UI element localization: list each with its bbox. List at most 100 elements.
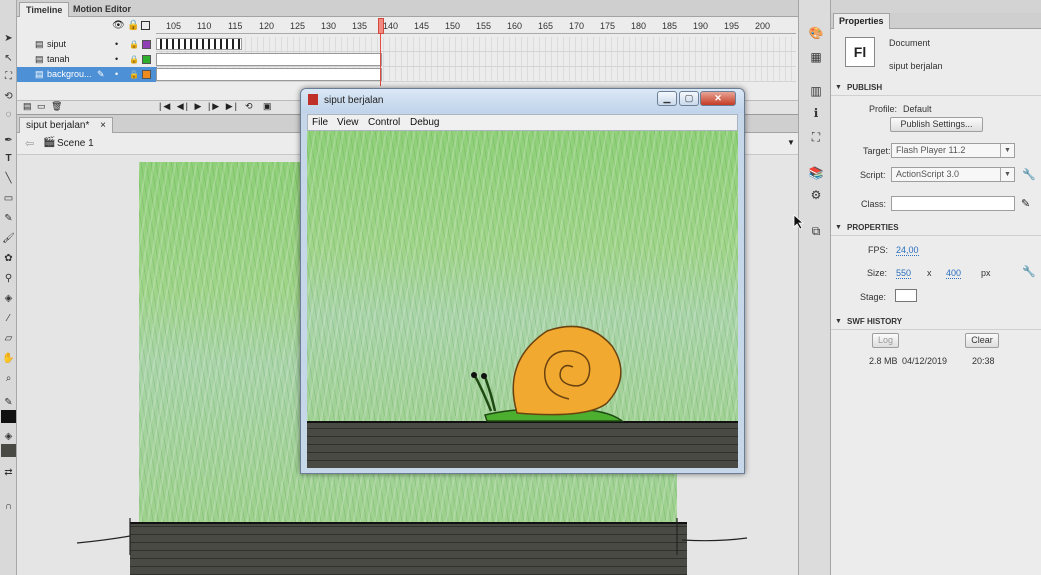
minimize-button[interactable]: ▁ <box>657 91 677 106</box>
lock-all-icon[interactable]: 🔒 <box>127 20 139 31</box>
maximize-button[interactable]: ▢ <box>679 91 699 106</box>
swap-colors-icon[interactable]: ⇄ <box>2 466 15 479</box>
frame-number: 145 <box>414 21 430 31</box>
layer-row-tanah[interactable]: ▤ tanah • 🔒 <box>17 52 157 67</box>
transform-panel-icon[interactable]: ⛶ <box>808 130 824 144</box>
eraser-tool-icon[interactable]: ▱ <box>2 332 15 345</box>
script-select[interactable]: ActionScript 3.0 <box>891 167 1015 182</box>
visible-dot-icon[interactable]: • <box>115 37 118 52</box>
snap-magnet-icon[interactable]: ∩ <box>2 500 15 513</box>
document-name: siput berjalan <box>889 61 943 71</box>
3d-rotation-tool-icon[interactable]: ⟲ <box>2 90 15 103</box>
properties-section-header[interactable]: PROPERTIES <box>831 220 1041 236</box>
menu-view[interactable]: View <box>337 117 359 128</box>
subselection-tool-icon[interactable]: ↖ <box>2 52 15 65</box>
scene-label[interactable]: Scene 1 <box>57 138 94 149</box>
fps-value[interactable]: 24,00 <box>896 245 919 256</box>
size-unit: px <box>981 268 991 278</box>
outline-all-icon[interactable] <box>141 21 150 30</box>
frames-tanah[interactable] <box>156 52 796 67</box>
stroke-color-swatch[interactable] <box>1 410 16 423</box>
rectangle-tool-icon[interactable]: ▭ <box>2 192 15 205</box>
close-button[interactable]: ✕ <box>700 91 736 106</box>
eyedropper-icon[interactable]: ⁄ <box>2 312 15 325</box>
line-tool-icon[interactable]: ╲ <box>2 172 15 185</box>
close-tab-icon[interactable]: × <box>100 120 106 131</box>
flash-player-window[interactable]: siput berjalan ▁ ▢ ✕ File View Control D… <box>300 88 745 474</box>
document-tab[interactable]: siput berjalan* × <box>19 117 113 133</box>
edit-class-pencil-icon[interactable]: ✎ <box>1021 197 1030 210</box>
pen-tool-icon[interactable]: ✒ <box>2 134 15 147</box>
target-select[interactable]: Flash Player 11.2 <box>891 143 1015 158</box>
fill-color-icon[interactable]: ◈ <box>2 430 15 443</box>
frame-span[interactable] <box>156 68 382 81</box>
zoom-tool-icon[interactable]: ⌕ <box>2 372 15 385</box>
layer-color-swatch[interactable] <box>142 70 151 79</box>
tab-properties[interactable]: Properties <box>833 13 890 29</box>
visible-dot-icon[interactable]: • <box>115 67 118 82</box>
brush-tool-icon[interactable]: 🖌 <box>2 232 15 245</box>
show-hide-all-icon[interactable]: 👁 <box>112 20 125 31</box>
script-settings-wrench-icon[interactable]: 🔧 <box>1022 168 1036 181</box>
size-settings-wrench-icon[interactable]: 🔧 <box>1022 265 1036 278</box>
text-tool-icon[interactable]: T <box>2 152 15 165</box>
tab-motion-editor[interactable]: Motion Editor <box>67 2 137 17</box>
frame-span[interactable] <box>156 53 382 66</box>
align-panel-icon[interactable]: ▥ <box>808 84 824 98</box>
clear-button[interactable]: Clear <box>965 333 999 348</box>
lock-icon[interactable]: 🔒 <box>129 67 139 82</box>
layer-row-background[interactable]: ▤ backgrou... ✎ • 🔒 <box>17 67 157 82</box>
motion-presets-icon[interactable]: ⚙ <box>808 188 824 202</box>
player-titlebar[interactable]: siput berjalan ▁ ▢ ✕ <box>301 89 744 113</box>
zoom-dropdown-icon[interactable]: ▼ <box>787 138 795 147</box>
log-button[interactable]: Log <box>872 333 899 348</box>
info-panel-icon[interactable]: ℹ <box>808 106 824 120</box>
layer-color-swatch[interactable] <box>142 40 151 49</box>
back-arrow-icon[interactable]: ⇦ <box>25 137 34 150</box>
visible-dot-icon[interactable]: • <box>115 52 118 67</box>
tools-panel: ➤ ↖ ⛶ ⟲ ◌ ✒ T ╲ ▭ ✎ 🖌 ✿ ⚲ ◈ ⁄ ▱ ✋ ⌕ ✎ ◈ … <box>0 0 17 575</box>
pencil-tool-icon[interactable]: ✎ <box>2 212 15 225</box>
fill-color-swatch[interactable] <box>1 444 16 457</box>
lock-icon[interactable]: 🔒 <box>129 37 139 52</box>
playback-controls[interactable]: |◀ ◀| ▶ |▶ ▶| <box>159 101 239 112</box>
publish-section-header[interactable]: PUBLISH <box>831 80 1041 96</box>
frames-background[interactable] <box>156 67 796 82</box>
deco-tool-icon[interactable]: ✿ <box>2 252 15 265</box>
onion-skin-icon[interactable]: ▣ <box>263 101 272 112</box>
lasso-tool-icon[interactable]: ◌ <box>2 108 15 121</box>
player-content[interactable] <box>307 131 738 468</box>
color-panel-icon[interactable]: 🎨 <box>808 26 824 40</box>
stage-color-swatch[interactable] <box>895 289 917 302</box>
height-value[interactable]: 400 <box>946 268 962 279</box>
layer-color-swatch[interactable] <box>142 55 151 64</box>
publish-settings-button[interactable]: Publish Settings... <box>890 117 983 132</box>
paint-bucket-icon[interactable]: ◈ <box>2 292 15 305</box>
class-input[interactable] <box>891 196 1015 211</box>
selection-tool-icon[interactable]: ➤ <box>2 32 15 45</box>
components-panel-icon[interactable]: ⧉ <box>808 224 824 238</box>
free-transform-tool-icon[interactable]: ⛶ <box>2 70 15 83</box>
swatches-panel-icon[interactable]: ▦ <box>808 50 824 64</box>
delete-layer-icon[interactable]: 🗑 <box>51 101 62 112</box>
tab-timeline[interactable]: Timeline <box>19 2 70 17</box>
loop-icon[interactable]: ⟲ <box>245 101 253 112</box>
menu-file[interactable]: File <box>312 117 328 128</box>
new-folder-icon[interactable]: ▭ <box>37 101 46 112</box>
keyframes-strip[interactable] <box>156 38 242 50</box>
layer-row-siput[interactable]: ▤ siput • 🔒 <box>17 37 157 52</box>
library-panel-icon[interactable]: 📚 <box>808 166 824 180</box>
frames-siput[interactable] <box>156 37 796 52</box>
stroke-color-icon[interactable]: ✎ <box>2 396 15 409</box>
bone-tool-icon[interactable]: ⚲ <box>2 272 15 285</box>
frame-ruler[interactable]: 105 110 115 120 125 130 135 140 145 150 … <box>156 18 796 34</box>
new-layer-icon[interactable]: ▤ <box>23 101 32 112</box>
lock-icon[interactable]: 🔒 <box>129 52 139 67</box>
menu-control[interactable]: Control <box>368 117 400 128</box>
playhead[interactable] <box>378 18 384 86</box>
menu-debug[interactable]: Debug <box>410 117 439 128</box>
panel-dock: 🎨 ▦ ▥ ℹ ⛶ 📚 ⚙ ⧉ <box>798 0 831 575</box>
width-value[interactable]: 550 <box>896 268 912 279</box>
swf-history-section-header[interactable]: SWF HISTORY <box>831 314 1041 330</box>
hand-tool-icon[interactable]: ✋ <box>2 352 15 365</box>
